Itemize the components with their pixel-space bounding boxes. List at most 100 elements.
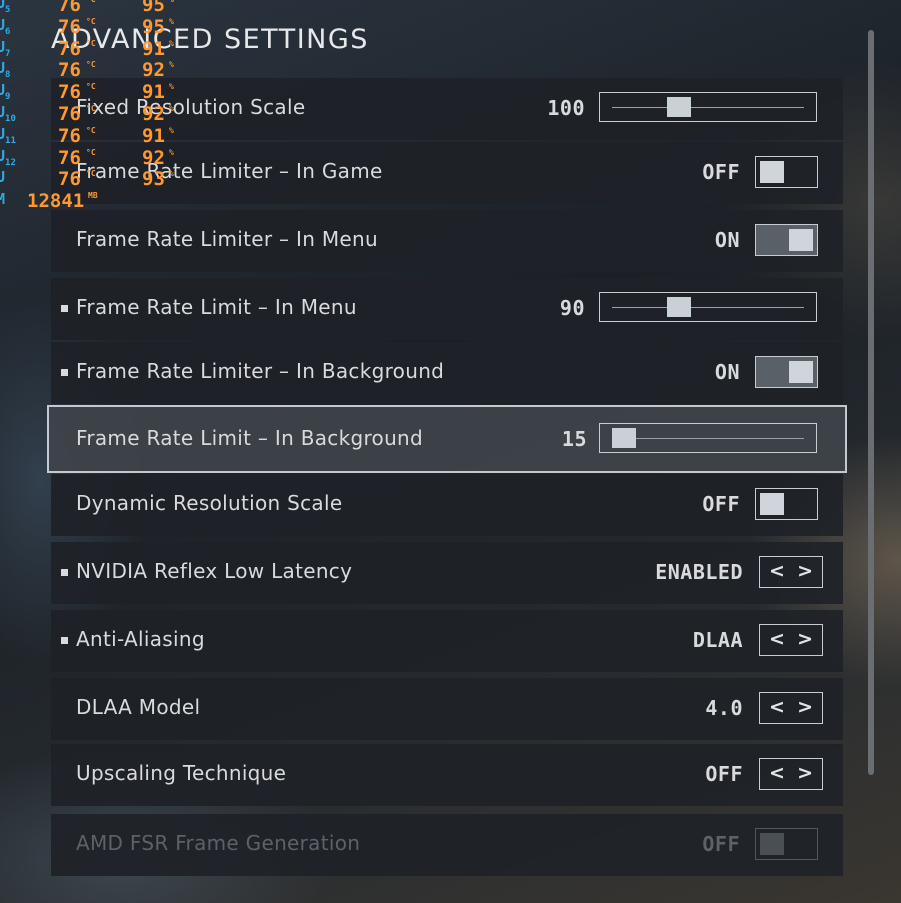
value-slider[interactable] [599,292,817,322]
setting-label: Frame Rate Limit – In Menu [76,295,357,319]
overlay-load: 92 [142,146,165,169]
overlay-label: U12 [0,146,16,168]
slider-thumb[interactable] [667,97,692,117]
setting-value: ON [714,360,740,384]
toggle-switch[interactable] [755,224,818,256]
overlay-load-unit: % [169,125,174,135]
overlay-temperature-unit: °C [86,169,96,179]
chevron-left-icon[interactable]: < [769,762,785,784]
toggle-switch[interactable] [755,488,818,520]
modified-indicator [61,569,68,576]
overlay-temperature: 76 [58,0,81,16]
setting-value: ENABLED [655,560,743,584]
modified-indicator [61,369,68,376]
overlay-load: 95 [142,15,165,38]
chevron-right-icon[interactable]: > [797,762,813,784]
setting-row-upscaling-technique[interactable]: Upscaling Technique OFF < > [51,744,843,806]
setting-value: OFF [702,160,740,184]
toggle-switch [755,828,818,860]
overlay-temperature: 76 [58,168,81,191]
overlay-label: U6 [0,15,11,37]
overlay-label: U9 [0,81,11,103]
setting-value: 15 [561,427,587,451]
setting-row-frame-rate-limit-in-background[interactable]: Frame Rate Limit – In Background 15 [47,405,847,473]
setting-value: DLAA [692,628,743,652]
chevron-right-icon[interactable]: > [797,628,813,650]
setting-label: DLAA Model [76,695,201,719]
setting-label: Frame Rate Limiter – In Game [76,159,383,183]
setting-label: Frame Rate Limit – In Background [76,426,424,450]
overlay-temperature-unit: °C [86,16,96,26]
setting-value: 90 [559,296,585,320]
toggle-knob [789,229,813,251]
overlay-memory-label: M [0,190,6,209]
overlay-load: 91 [142,37,165,60]
scrollbar[interactable] [868,30,874,775]
overlay-temperature-unit: °C [86,0,96,4]
slider-track [612,307,804,308]
overlay-load-unit: % [169,82,174,92]
chevron-left-icon[interactable]: < [769,696,785,718]
setting-label: Frame Rate Limiter – In Background [76,359,445,383]
overlay-load-unit: % [169,147,174,157]
setting-label: Upscaling Technique [76,761,287,785]
toggle-switch[interactable] [755,356,818,388]
page-title: ADVANCED SETTINGS [51,24,369,55]
setting-row-dynamic-resolution-scale[interactable]: Dynamic Resolution Scale OFF [51,474,843,536]
overlay-temperature-unit: °C [86,38,96,48]
value-slider[interactable] [599,423,817,453]
option-selector[interactable]: < > [759,758,823,790]
overlay-temperature: 76 [58,15,81,38]
overlay-temperature: 76 [58,102,81,125]
overlay-load-unit: % [169,38,174,48]
overlay-temperature: 76 [58,146,81,169]
setting-row-frame-rate-limiter-in-menu[interactable]: Frame Rate Limiter – In Menu ON [51,210,843,272]
overlay-label: U11 [0,124,16,146]
setting-row-dlaa-model[interactable]: DLAA Model 4.0 < > [51,678,843,740]
option-selector[interactable]: < > [759,556,823,588]
slider-thumb[interactable] [611,428,636,448]
setting-label: Fixed Resolution Scale [76,95,306,119]
option-selector[interactable]: < > [759,624,823,656]
overlay-label: U8 [0,59,11,81]
overlay-label: U5 [0,0,11,15]
setting-value: OFF [702,492,740,516]
setting-label: NVIDIA Reflex Low Latency [76,559,353,583]
chevron-left-icon[interactable]: < [769,628,785,650]
slider-track [612,438,804,439]
toggle-switch[interactable] [755,156,818,188]
chevron-right-icon[interactable]: > [797,560,813,582]
overlay-load-unit: % [169,60,174,70]
overlay-load: 91 [142,124,165,147]
overlay-temperature-unit: °C [86,125,96,135]
setting-row-nvidia-reflex-low-latency[interactable]: NVIDIA Reflex Low Latency ENABLED < > [51,542,843,604]
toggle-knob [760,161,784,183]
setting-value: 100 [547,96,585,120]
overlay-load-unit: % [169,16,174,26]
chevron-left-icon[interactable]: < [769,560,785,582]
overlay-label: U7 [0,37,11,59]
setting-row-frame-rate-limiter-in-background[interactable]: Frame Rate Limiter – In Background ON [51,342,843,404]
overlay-temperature: 76 [58,37,81,60]
option-selector[interactable]: < > [759,692,823,724]
overlay-temperature-unit: °C [86,147,96,157]
overlay-load: 92 [142,102,165,125]
overlay-load-unit: % [169,103,174,113]
setting-label: Dynamic Resolution Scale [76,491,343,515]
setting-row-frame-rate-limit-in-menu[interactable]: Frame Rate Limit – In Menu 90 [51,278,843,340]
overlay-temperature: 76 [58,81,81,104]
overlay-load: 95 [142,0,165,16]
overlay-temperature: 76 [58,124,81,147]
setting-value: 4.0 [705,696,743,720]
setting-value: ON [714,228,740,252]
overlay-load-unit: % [169,0,174,4]
chevron-right-icon[interactable]: > [797,696,813,718]
value-slider[interactable] [599,92,817,122]
modified-indicator [61,305,68,312]
setting-value: OFF [702,832,740,856]
slider-thumb[interactable] [667,297,692,317]
overlay-temperature-unit: °C [86,60,96,70]
overlay-memory-value: 12841 [27,190,85,213]
setting-row-anti-aliasing[interactable]: Anti-Aliasing DLAA < > [51,610,843,672]
toggle-knob [789,361,813,383]
